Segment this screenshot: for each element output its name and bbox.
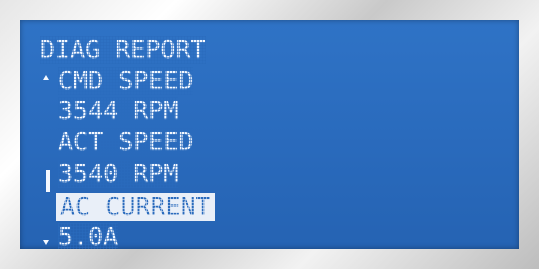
lcd-screen: DIAG REPORT CMD SPEED 3544 RPM ACT SPEED…	[20, 20, 519, 249]
screen-title: DIAG REPORT	[40, 35, 206, 64]
menu-item-cmd-speed[interactable]: CMD SPEED	[58, 67, 194, 95]
menu-item-act-speed[interactable]: ACT SPEED	[58, 128, 194, 156]
menu-item-ac-current-value[interactable]: 5.0A	[58, 223, 119, 249]
scroll-down-icon[interactable]	[43, 240, 49, 245]
menu-item-cmd-speed-value[interactable]: 3544 RPM	[58, 97, 179, 125]
scroll-up-icon[interactable]	[43, 75, 49, 80]
menu-item-ac-current-selected[interactable]: AC CURRENT	[56, 193, 215, 221]
scroll-position-indicator	[46, 170, 50, 192]
menu-item-act-speed-value[interactable]: 3540 RPM	[58, 160, 179, 188]
